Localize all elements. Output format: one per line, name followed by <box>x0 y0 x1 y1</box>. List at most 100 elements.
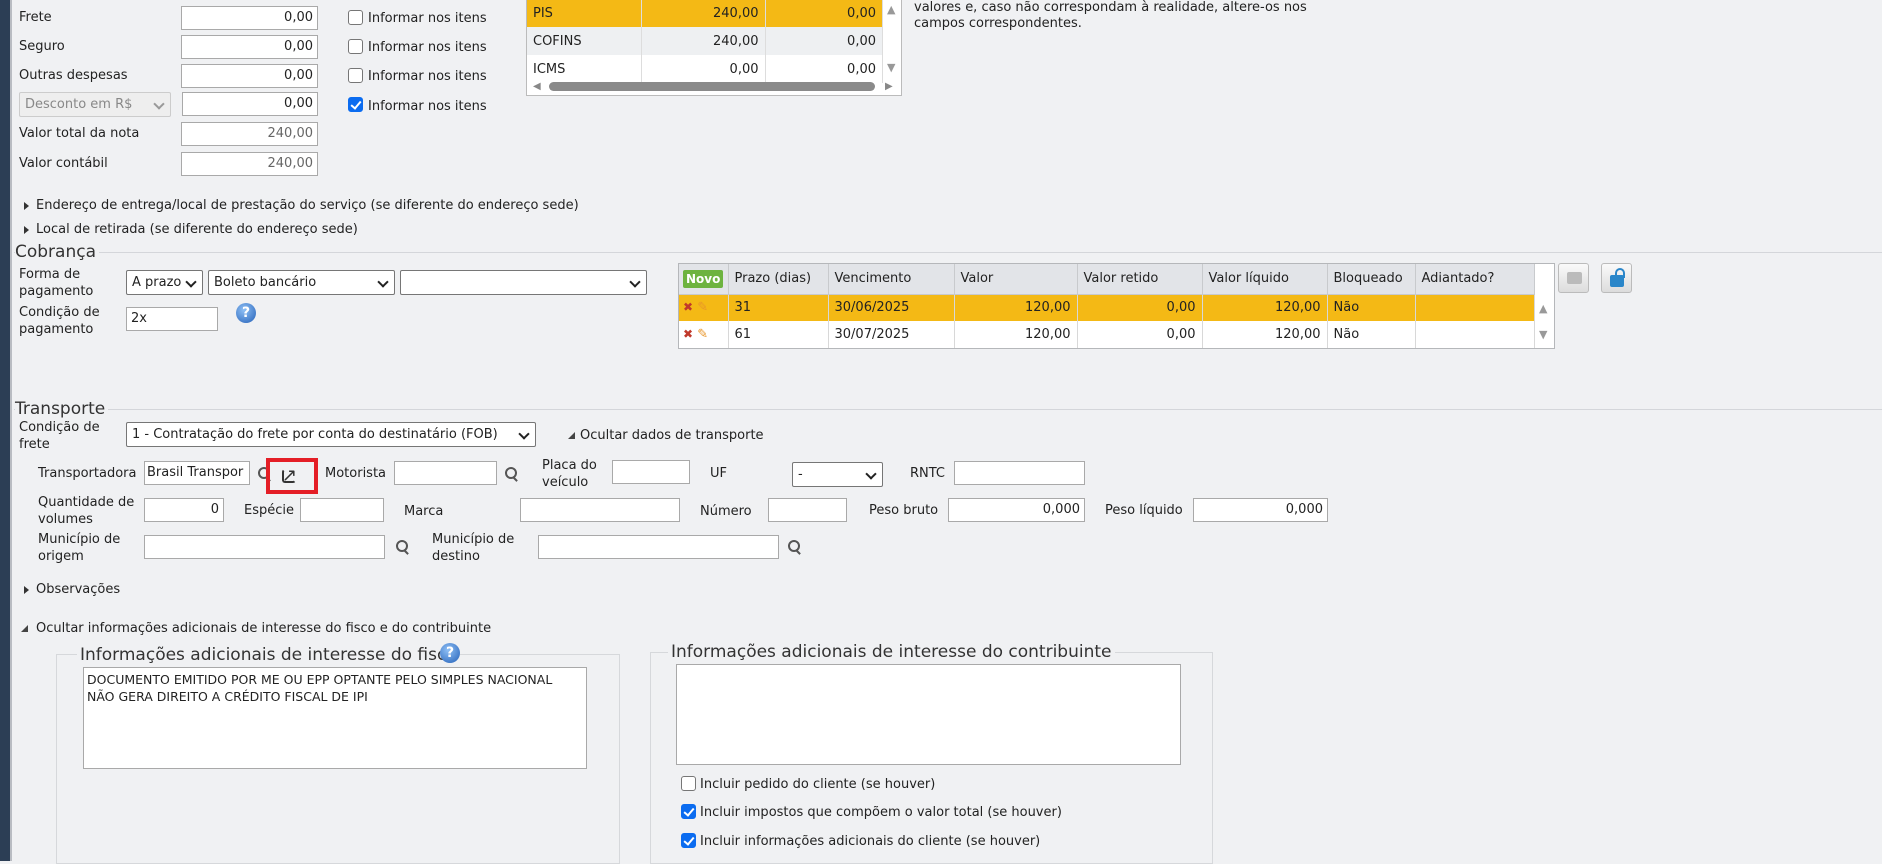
scroll-up-icon[interactable]: ▲ <box>1539 302 1547 315</box>
scroll-right-icon[interactable]: ▶ <box>885 81 893 92</box>
forma-pagamento-label-2: pagamento <box>19 284 94 299</box>
frete-informar-label: Informar nos itens <box>368 11 487 26</box>
incluir-info-cliente-checkbox[interactable] <box>681 833 696 848</box>
search-icon[interactable] <box>788 540 802 554</box>
info-contribuinte-legend: Informações adicionais de interesse do c… <box>668 642 1115 662</box>
vencimento-cell: 30/07/2025 <box>828 321 955 348</box>
expand-icon[interactable] <box>24 586 29 594</box>
column-header[interactable]: Vencimento <box>828 264 955 295</box>
printer-icon <box>1567 272 1582 284</box>
peso-bruto-input[interactable]: 0,000 <box>948 498 1085 522</box>
collapse-icon[interactable] <box>21 625 28 632</box>
municipio-origem-input[interactable] <box>144 535 385 559</box>
print-button[interactable] <box>1558 263 1589 293</box>
column-header[interactable]: Valor <box>954 264 1078 295</box>
edit-pencil-icon[interactable]: ✎ <box>697 327 708 342</box>
motorista-input[interactable] <box>394 461 497 485</box>
meio-pagamento-select[interactable]: Boleto bancário <box>208 270 395 295</box>
peso-liquido-input[interactable]: 0,000 <box>1193 498 1328 522</box>
prazo-cell: 31 <box>728 294 829 321</box>
condicao-frete-label-2: frete <box>19 437 50 452</box>
quantidade-volumes-input[interactable]: 0 <box>144 498 224 522</box>
table-row[interactable]: PIS 240,00 0,00 <box>527 0 883 27</box>
forma-pagamento-select[interactable]: A prazo <box>126 270 203 295</box>
help-icon[interactable]: ? <box>440 643 460 663</box>
scroll-down-icon[interactable]: ▼ <box>887 61 895 74</box>
desconto-type-select[interactable]: Desconto em R$ <box>19 92 171 117</box>
scroll-up-icon[interactable]: ▲ <box>887 3 895 16</box>
info-fisco-textarea[interactable]: DOCUMENTO EMITIDO POR ME OU EPP OPTANTE … <box>83 667 587 769</box>
expand-icon[interactable] <box>24 202 29 210</box>
frete-input[interactable]: 0,00 <box>181 6 318 30</box>
especie-label: Espécie <box>244 503 294 518</box>
edit-pencil-icon[interactable]: ✎ <box>697 300 708 315</box>
seguro-input[interactable]: 0,00 <box>181 35 318 59</box>
search-icon[interactable] <box>505 467 519 481</box>
condicao-pagamento-label: Condição de <box>19 305 100 320</box>
search-icon[interactable] <box>396 540 410 554</box>
municipio-origem-label: Município de <box>38 532 121 547</box>
municipio-destino-input[interactable] <box>538 535 779 559</box>
info-contribuinte-textarea[interactable] <box>676 664 1181 765</box>
motorista-label: Motorista <box>325 466 387 481</box>
transportadora-label: Transportadora <box>38 466 137 481</box>
valor-contabil-label: Valor contábil <box>19 156 108 171</box>
incluir-pedido-checkbox[interactable] <box>681 776 696 791</box>
table-row[interactable]: ✖ ✎ 61 30/07/2025 120,00 0,00 120,00 Não <box>679 321 1535 348</box>
tax-name: COFINS <box>527 27 642 55</box>
placa-label: Placa do <box>542 458 597 473</box>
numero-input[interactable] <box>768 498 847 522</box>
parcelas-table: Novo Prazo (dias) Vencimento Valor Valor… <box>678 263 1555 349</box>
valor-cell: 120,00 <box>954 321 1078 348</box>
novo-button[interactable]: Novo <box>683 269 724 288</box>
column-header[interactable]: Valor líquido <box>1202 264 1328 295</box>
placa-input[interactable] <box>612 460 690 484</box>
frete-informar-checkbox[interactable] <box>348 10 363 25</box>
desconto-informar-checkbox[interactable] <box>348 97 363 112</box>
outras-despesas-label: Outras despesas <box>19 68 128 83</box>
condicao-frete-select[interactable]: 1 - Contratação do frete por conta do de… <box>126 422 536 447</box>
collapse-icon[interactable] <box>568 432 575 439</box>
outras-despesas-informar-label: Informar nos itens <box>368 69 487 84</box>
seguro-informar-checkbox[interactable] <box>348 39 363 54</box>
valor-total-label: Valor total da nota <box>19 126 140 141</box>
frete-label: Frete <box>19 10 52 25</box>
outras-despesas-informar-checkbox[interactable] <box>348 68 363 83</box>
desconto-input[interactable]: 0,00 <box>182 92 318 116</box>
marca-input[interactable] <box>520 498 680 522</box>
outras-despesas-input[interactable]: 0,00 <box>181 64 318 88</box>
especie-input[interactable] <box>300 498 384 522</box>
table-row[interactable]: ICMS 0,00 0,00 <box>527 55 883 83</box>
bloqueado-cell: Não <box>1327 294 1416 321</box>
table-row[interactable]: ✖ ✎ 31 30/06/2025 120,00 0,00 120,00 Não <box>679 294 1535 321</box>
rntc-input[interactable] <box>954 461 1085 485</box>
scroll-down-icon[interactable]: ▼ <box>1539 328 1547 341</box>
column-header[interactable]: Prazo (dias) <box>728 264 829 295</box>
ocultar-info-toggle[interactable]: Ocultar informações adicionais de intere… <box>36 621 491 637</box>
column-header[interactable]: Bloqueado <box>1327 264 1416 295</box>
tax-name: PIS <box>527 0 642 27</box>
help-icon[interactable]: ? <box>236 303 256 323</box>
delete-icon[interactable]: ✖ <box>683 327 693 341</box>
endereco-entrega-toggle[interactable]: Endereço de entrega/local de prestação d… <box>36 198 579 214</box>
incluir-impostos-checkbox[interactable] <box>681 804 696 819</box>
column-header[interactable]: Adiantado? <box>1415 264 1535 295</box>
delete-icon[interactable]: ✖ <box>683 300 693 314</box>
table-row[interactable]: COFINS 240,00 0,00 <box>527 27 883 55</box>
transportadora-input[interactable]: Brasil Transpor <box>144 461 250 485</box>
column-header[interactable]: Valor retido <box>1077 264 1203 295</box>
unlock-button[interactable] <box>1601 263 1632 293</box>
desconto-informar-label: Informar nos itens <box>368 99 487 114</box>
ocultar-transporte-toggle[interactable]: Ocultar dados de transporte <box>580 428 764 444</box>
tax-name: ICMS <box>527 55 642 83</box>
tax-base: 0,00 <box>641 55 766 83</box>
expand-icon[interactable] <box>24 226 29 234</box>
notice-text-2: campos correspondentes. <box>914 16 1082 31</box>
observacoes-toggle[interactable]: Observações <box>36 582 120 598</box>
condicao-pagamento-input[interactable]: 2x <box>126 307 218 331</box>
local-retirada-toggle[interactable]: Local de retirada (se diferente do ender… <box>36 222 358 238</box>
uf-select[interactable]: - <box>792 462 883 487</box>
scroll-left-icon[interactable]: ◀ <box>533 81 541 92</box>
horizontal-scrollbar[interactable] <box>549 82 875 91</box>
extra-pagamento-select[interactable] <box>400 270 647 295</box>
